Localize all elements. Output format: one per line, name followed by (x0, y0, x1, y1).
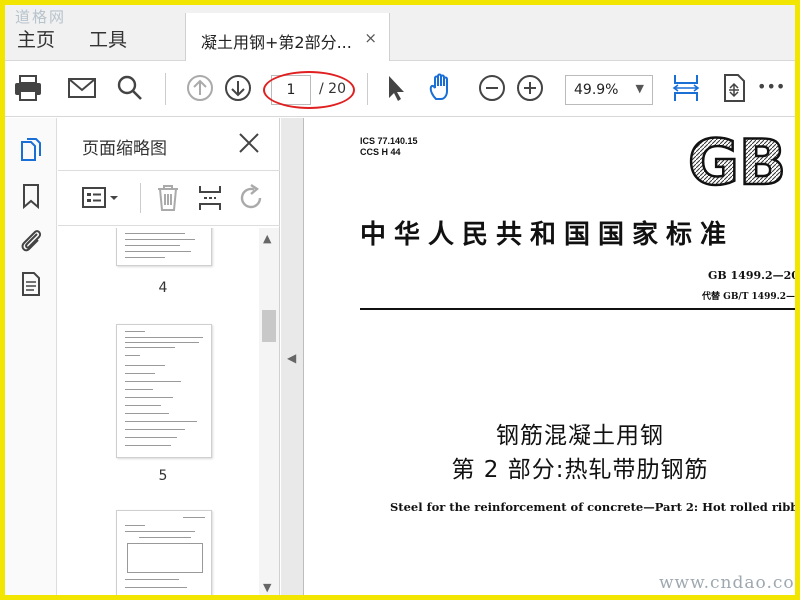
thumbnail-page-6[interactable] (116, 510, 212, 595)
chevron-down-icon: ▼ (635, 82, 644, 95)
document-name-line1: 钢筋混凝土用钢 (496, 423, 664, 449)
thumbnail-page-5[interactable] (116, 324, 212, 458)
panel-splitter[interactable]: ◀ (281, 118, 303, 595)
thumbnail-scrollbar[interactable]: ▲ ▼ (259, 228, 279, 595)
bookmark-icon[interactable] (17, 182, 45, 210)
scroll-down-icon[interactable]: ▼ (263, 581, 271, 594)
rotate-icon[interactable] (238, 183, 266, 213)
document-page: ICS 77.140.15 CCS H 44 GB 中华人民共和国国家标准 GB… (303, 118, 795, 595)
replaces-standard: 代替 GB/T 1499.2—2018 (702, 292, 800, 302)
thumbnail-list: 4 5 (58, 228, 258, 595)
print-icon[interactable] (11, 71, 45, 105)
fit-page-icon[interactable] (669, 71, 703, 105)
toolbar-divider (165, 73, 166, 105)
ics-code: ICS 77.140.15 CCS H 44 (360, 136, 418, 157)
toolbar-divider (367, 73, 368, 105)
panel-title: 页面缩略图 (82, 139, 167, 159)
delete-icon[interactable] (154, 183, 182, 213)
thumbnail-page-4[interactable] (116, 228, 212, 266)
annotation-oval (263, 71, 355, 109)
more-icon[interactable]: ••• (757, 77, 785, 96)
scroll-up-icon[interactable]: ▲ (263, 232, 271, 245)
extract-page-icon[interactable] (196, 183, 224, 213)
tab-bar: 道格网 主页 工具 凝土用钢+第2部分... × (5, 5, 795, 62)
page-thumbnails-icon[interactable] (17, 136, 45, 164)
next-page-icon[interactable] (221, 71, 255, 105)
zoom-out-icon[interactable] (475, 71, 509, 105)
document-properties-icon[interactable] (17, 270, 45, 298)
select-cursor-icon[interactable] (379, 71, 413, 105)
left-rail (5, 118, 57, 595)
email-icon[interactable] (65, 71, 99, 105)
panel-toolbar-divider (140, 183, 141, 213)
panel-toolbar (58, 170, 280, 226)
document-tab-title: 凝土用钢+第2部分... (201, 33, 352, 52)
thumbnail-options-icon[interactable] (80, 185, 120, 211)
zoom-select[interactable]: 49.9% ▼ (565, 75, 653, 105)
close-icon[interactable] (236, 130, 262, 156)
thumbnail-panel: 页面缩略图 4 5 ▲ ▼ (58, 118, 280, 595)
standard-title-cn: 中华人民共和国国家标准 (360, 220, 735, 250)
thumbnail-number: 5 (158, 468, 168, 484)
document-name-en: Steel for the reinforcement of concrete—… (390, 500, 799, 514)
document-name-line2: 第 2 部分:热轧带肋钢筋 (451, 457, 709, 483)
menu-tools[interactable]: 工具 (89, 25, 127, 52)
watermark-top: 道格网 (15, 8, 67, 26)
document-viewport: ICS 77.140.15 CCS H 44 GB 中华人民共和国国家标准 GB… (303, 118, 795, 595)
zoom-value: 49.9% (574, 82, 619, 98)
attachment-icon[interactable] (17, 226, 45, 254)
watermark-bottom: www.cndao.com (659, 573, 800, 593)
standard-number: GB 1499.2—2024 (708, 269, 799, 282)
zoom-in-icon[interactable] (513, 71, 547, 105)
title-rule (360, 308, 795, 310)
hand-tool-icon[interactable] (425, 71, 459, 105)
collapse-panel-icon[interactable]: ◀ (287, 351, 296, 365)
scrollbar-thumb[interactable] (262, 310, 276, 342)
gb-logo: GB (687, 132, 788, 192)
menu-home[interactable]: 主页 (17, 25, 55, 52)
thumbnail-number: 4 (158, 280, 168, 296)
svg-text:GB: GB (688, 132, 786, 192)
previous-page-icon[interactable] (183, 71, 217, 105)
search-icon[interactable] (113, 71, 147, 105)
close-tab-button[interactable]: × (364, 29, 377, 47)
document-tab[interactable]: 凝土用钢+第2部分... × (185, 13, 390, 62)
toolbar: / 20 49.9% ▼ (5, 61, 795, 117)
app-window: 道格网 主页 工具 凝土用钢+第2部分... × 1 / 20 49.9% ▼ … (0, 0, 800, 600)
page-display-icon[interactable] (717, 71, 751, 105)
